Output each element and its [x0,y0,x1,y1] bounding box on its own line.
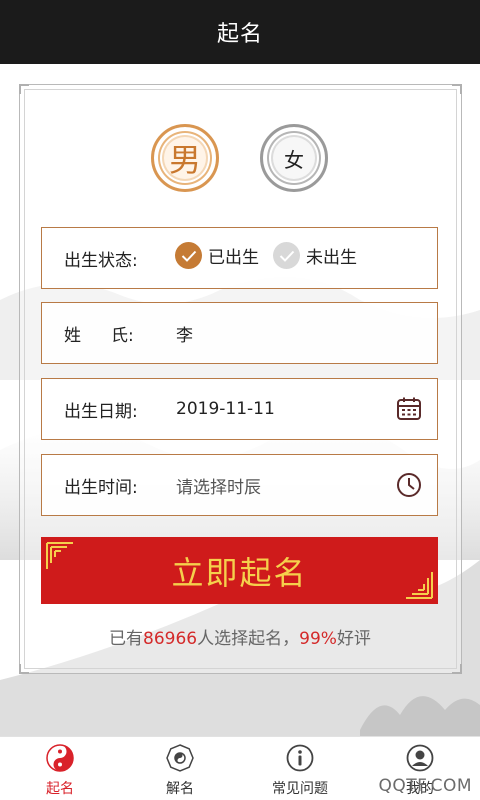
yin-yang-icon [45,743,75,773]
clock-icon[interactable] [395,471,423,499]
tab-interpret-label: 解名 [166,781,194,797]
tab-faq-label: 常见问题 [272,781,328,797]
birth-date-field[interactable]: 出生日期: 2019-11-11 [41,378,438,440]
surname-input[interactable]: 李 [176,321,193,346]
birth-date-label: 出生日期: [64,401,138,422]
info-icon [285,743,315,773]
user-count: 86966 [143,629,198,649]
submit-label: 立即起名 [171,553,308,592]
tab-faq[interactable]: 常见问题 [240,737,360,800]
radio-unborn-label: 未出生 [306,248,357,268]
gender-male-button[interactable]: 男 [151,124,219,192]
page-title: 起名 [216,22,263,47]
gender-female-button[interactable]: 女 [260,124,328,192]
birth-time-field[interactable]: 出生时间: 请选择时辰 [41,454,438,516]
corner-ornament-icon [406,572,433,599]
submit-button[interactable]: 立即起名 [41,537,438,604]
check-icon [175,242,202,269]
birth-status-label: 出生状态: [64,250,138,271]
check-icon [273,242,300,269]
app-header: 起名 [0,0,480,64]
tab-naming-label: 起名 [46,781,74,797]
watermark: QQTF.COM [378,776,472,796]
birth-time-placeholder[interactable]: 请选择时辰 [176,473,261,498]
birth-time-label: 出生时间: [64,477,138,498]
user-icon [405,743,435,773]
gender-female-label: 女 [284,147,304,172]
radio-unborn[interactable]: 未出生 [273,242,357,269]
corner-ornament-icon [46,542,73,569]
tab-naming[interactable]: 起名 [0,737,120,800]
gender-male-label: 男 [168,141,201,179]
radio-born-label: 已出生 [208,248,259,268]
tab-interpret[interactable]: 解名 [120,737,240,800]
birth-date-value[interactable]: 2019-11-11 [176,399,275,419]
bagua-icon [165,743,195,773]
rating-percent: 99% [299,629,337,649]
surname-label: 姓氏: [64,325,134,346]
stats-text: 已有86966人选择起名，99%好评 [109,629,371,649]
calendar-icon[interactable] [395,395,423,423]
surname-field[interactable]: 姓氏: 李 [41,302,438,364]
radio-born[interactable]: 已出生 [175,242,259,269]
